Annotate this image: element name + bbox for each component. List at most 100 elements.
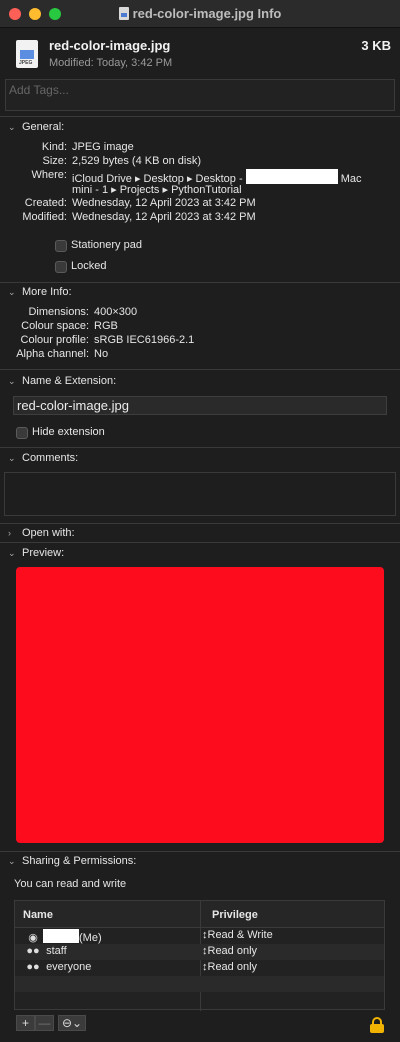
file-icon-label: JPEG bbox=[19, 60, 33, 66]
table-row bbox=[15, 976, 384, 992]
stationery-pad-label: Stationery pad bbox=[71, 239, 142, 251]
privilege-popup[interactable]: ↕Read only bbox=[202, 961, 257, 973]
section-more-info[interactable]: ⌄ More Info: bbox=[8, 286, 72, 298]
size-value: 2,529 bytes (4 KB on disk) bbox=[72, 155, 202, 167]
section-more-info-label: More Info: bbox=[22, 286, 72, 298]
permissions-table: Name Privilege ◉ (Me) ↕Read & Write ●● st… bbox=[14, 900, 385, 1011]
user-icon: ◉ bbox=[28, 932, 38, 944]
column-header-name[interactable]: Name bbox=[23, 909, 53, 921]
action-menu-button[interactable]: ⊖⌄ bbox=[58, 1015, 86, 1031]
divider bbox=[0, 447, 400, 448]
file-modified-value: Today, 3:42 PM bbox=[96, 57, 173, 69]
created-label: Created: bbox=[24, 197, 67, 209]
locked-label: Locked bbox=[71, 260, 107, 272]
permission-user: ◉ (Me) bbox=[23, 929, 102, 944]
section-sharing-permissions[interactable]: ⌄ Sharing & Permissions: bbox=[8, 855, 136, 867]
privilege-value: Read only bbox=[207, 961, 258, 973]
add-user-button[interactable]: + bbox=[16, 1015, 35, 1031]
divider bbox=[0, 523, 400, 524]
column-header-privilege[interactable]: Privilege bbox=[212, 909, 258, 921]
section-comments[interactable]: ⌄ Comments: bbox=[8, 452, 78, 464]
lock-body bbox=[370, 1024, 384, 1033]
section-preview[interactable]: ⌄ Preview: bbox=[8, 547, 64, 559]
section-name-extension[interactable]: ⌄ Name & Extension: bbox=[8, 375, 116, 387]
permission-user-name: staff bbox=[46, 945, 67, 957]
divider bbox=[0, 282, 400, 283]
dimensions-row: Dimensions: 400×300 bbox=[0, 306, 400, 320]
section-general-label: General: bbox=[22, 121, 65, 133]
locked-checkbox[interactable] bbox=[55, 261, 67, 273]
jpeg-file-icon: JPEG bbox=[16, 40, 38, 68]
locked-option[interactable]: Locked bbox=[55, 260, 255, 274]
lock-icon[interactable] bbox=[370, 1017, 384, 1033]
window-title: red-color-image.jpg Info bbox=[0, 6, 400, 21]
created-value: Wednesday, 12 April 2023 at 3:42 PM bbox=[72, 197, 256, 209]
kind-value: JPEG image bbox=[72, 141, 134, 153]
created-row: Created: Wednesday, 12 April 2023 at 3:4… bbox=[0, 197, 400, 211]
alpha-channel-label: Alpha channel: bbox=[16, 348, 89, 360]
privilege-value: Read only bbox=[207, 945, 258, 957]
modified-row: Modified: Wednesday, 12 April 2023 at 3:… bbox=[0, 211, 400, 225]
section-preview-label: Preview: bbox=[22, 547, 65, 559]
permission-user: ●● everyone bbox=[23, 961, 91, 975]
modified-value: Wednesday, 12 April 2023 at 3:42 PM bbox=[72, 211, 256, 223]
hide-extension-checkbox[interactable] bbox=[16, 427, 28, 439]
remove-user-button[interactable]: — bbox=[35, 1015, 54, 1031]
redacted-block bbox=[245, 169, 338, 184]
table-row[interactable]: ●● staff ↕Read only bbox=[15, 944, 384, 960]
chevron-right-icon: › bbox=[8, 528, 11, 538]
privilege-popup[interactable]: ↕Read & Write bbox=[202, 929, 273, 941]
where-row: Where: iCloud Drive ▸ Desktop ▸ Desktop … bbox=[0, 169, 400, 185]
permission-user-name: (Me) bbox=[79, 932, 102, 944]
colour-profile-row: Colour profile: sRGB IEC61966-2.1 bbox=[0, 334, 400, 348]
alpha-channel-value: No bbox=[94, 348, 109, 360]
dimensions-label: Dimensions: bbox=[28, 306, 89, 318]
permission-user-name: everyone bbox=[46, 961, 92, 973]
tags-field[interactable]: Add Tags... bbox=[5, 79, 395, 111]
hide-extension-option[interactable]: Hide extension bbox=[16, 426, 216, 440]
table-row bbox=[15, 992, 384, 1008]
file-header: JPEG red-color-image.jpg 3 KB Modified: … bbox=[0, 28, 400, 76]
alpha-channel-row: Alpha channel: No bbox=[0, 348, 400, 362]
privilege-value: Read & Write bbox=[207, 929, 273, 941]
section-open-with-label: Open with: bbox=[22, 527, 75, 539]
colour-profile-value: sRGB IEC61966-2.1 bbox=[94, 334, 195, 346]
everyone-icon: ●● bbox=[26, 961, 40, 973]
size-row: Size: 2,529 bytes (4 KB on disk) bbox=[0, 155, 400, 169]
tags-placeholder: Add Tags... bbox=[9, 83, 69, 97]
modified-label: Modified: bbox=[22, 211, 67, 223]
title-bar: red-color-image.jpg Info bbox=[0, 0, 400, 28]
file-name-input[interactable]: red-color-image.jpg bbox=[13, 396, 387, 415]
colour-profile-label: Colour profile: bbox=[20, 334, 89, 346]
where-row-2: mini - 1 ▸ Projects ▸ PythonTutorial bbox=[0, 183, 400, 197]
colour-space-value: RGB bbox=[94, 320, 118, 332]
section-open-with[interactable]: › Open with: bbox=[8, 527, 75, 539]
chevron-down-icon: ⌄ bbox=[8, 376, 16, 386]
permissions-summary: You can read and write bbox=[14, 878, 127, 890]
section-comments-label: Comments: bbox=[22, 452, 79, 464]
dimensions-value: 400×300 bbox=[94, 306, 138, 318]
permission-user: ●● staff bbox=[23, 945, 67, 959]
file-size: 3 KB bbox=[361, 38, 391, 53]
divider bbox=[0, 542, 400, 543]
table-row[interactable]: ●● everyone ↕Read only bbox=[15, 960, 384, 976]
window-title-text: red-color-image.jpg Info bbox=[132, 6, 282, 21]
chevron-down-icon: ⌄ bbox=[8, 287, 16, 297]
file-modified: Modified: Today, 3:42 PM bbox=[49, 57, 172, 69]
kind-label: Kind: bbox=[41, 141, 67, 153]
section-general[interactable]: ⌄ General: bbox=[8, 121, 64, 133]
preview-image bbox=[16, 567, 384, 843]
group-icon: ●● bbox=[26, 945, 40, 957]
where-label: Where: bbox=[31, 169, 67, 181]
stationery-pad-checkbox[interactable] bbox=[55, 240, 67, 252]
privilege-popup[interactable]: ↕Read only bbox=[202, 945, 257, 957]
file-name: red-color-image.jpg bbox=[49, 38, 171, 53]
kind-row: Kind: JPEG image bbox=[0, 141, 400, 155]
chevron-down-icon: ⌄ bbox=[8, 856, 16, 866]
where-value-2: mini - 1 ▸ Projects ▸ PythonTutorial bbox=[72, 184, 242, 196]
comments-textarea[interactable] bbox=[4, 472, 396, 516]
stationery-pad-option[interactable]: Stationery pad bbox=[55, 239, 255, 253]
table-row[interactable]: ◉ (Me) ↕Read & Write bbox=[15, 928, 384, 944]
hide-extension-label: Hide extension bbox=[32, 426, 105, 438]
divider bbox=[0, 369, 400, 370]
